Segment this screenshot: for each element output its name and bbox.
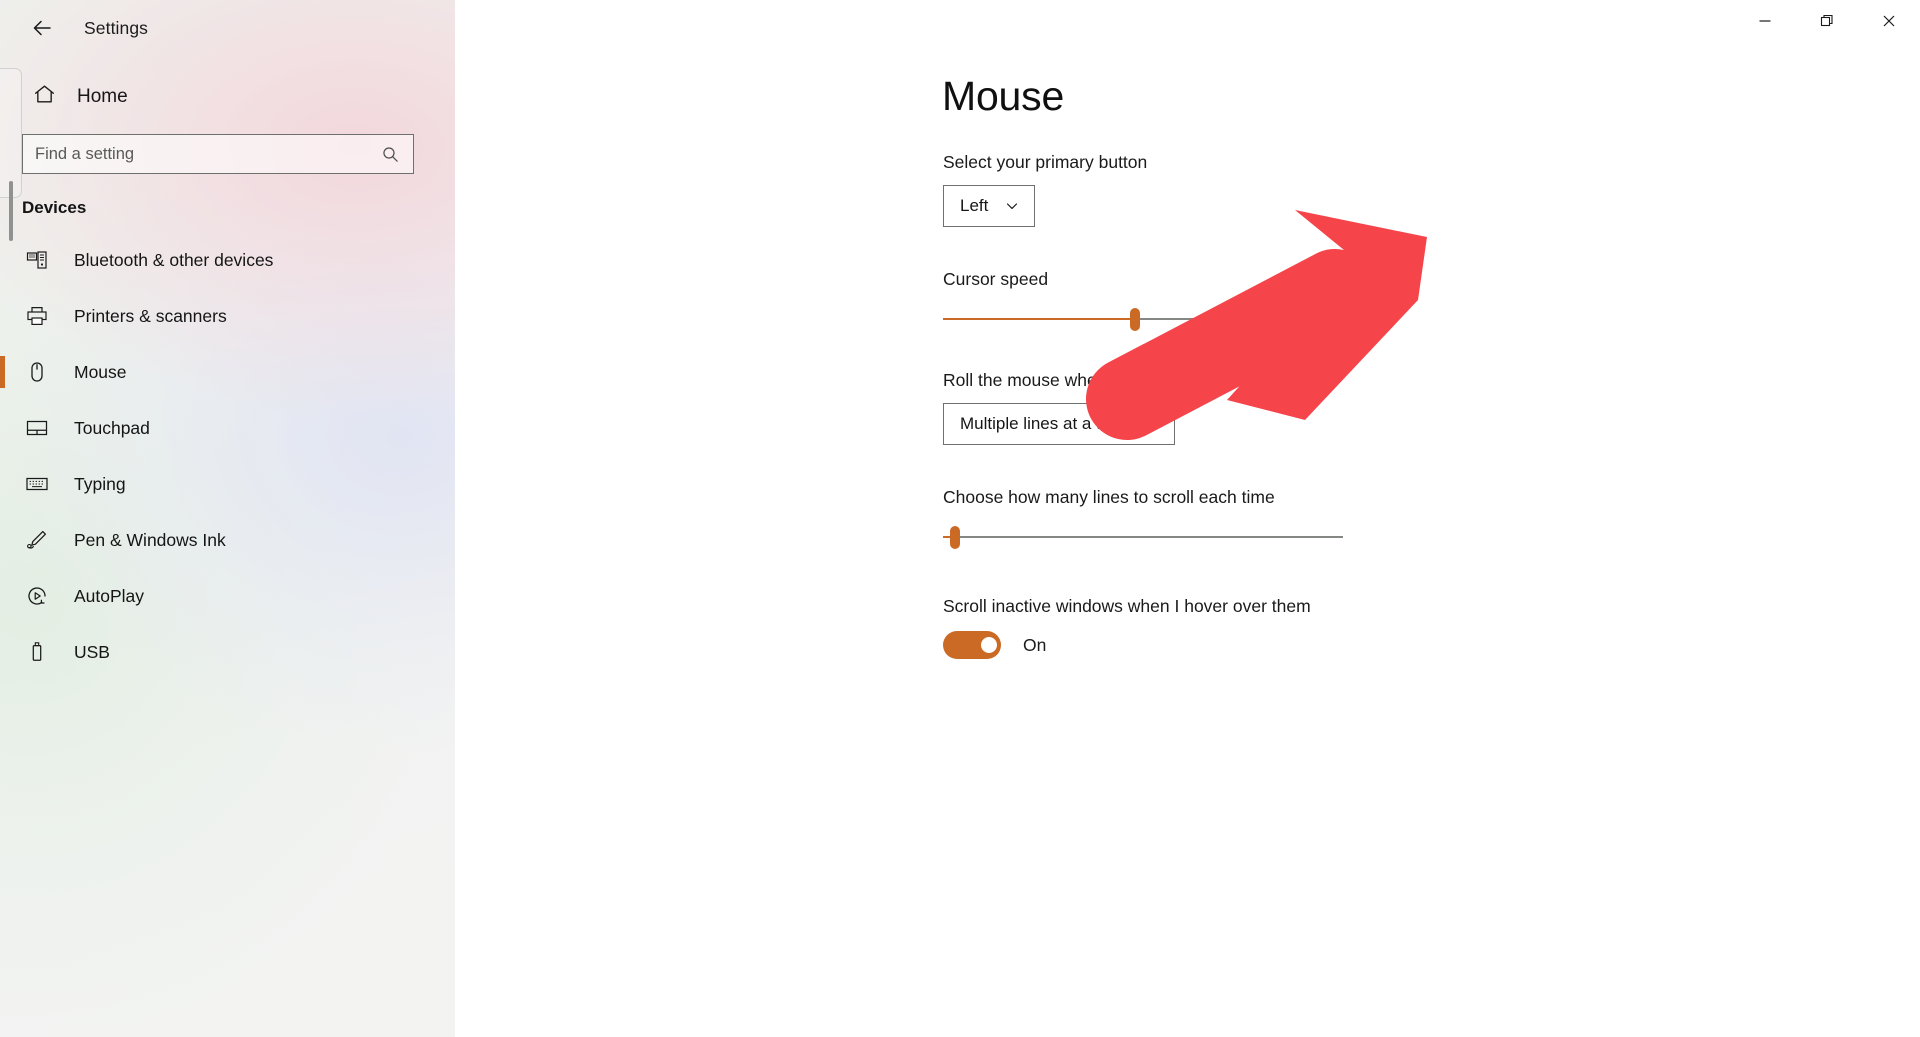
pen-icon — [24, 527, 50, 553]
search-input[interactable] — [23, 135, 381, 173]
chevron-down-icon — [1144, 416, 1160, 432]
sidebar-item-label: Printers & scanners — [74, 305, 227, 326]
lines-to-scroll-slider[interactable] — [943, 520, 1343, 554]
search-box[interactable] — [22, 134, 414, 174]
sidebar-item-label: Touchpad — [74, 417, 150, 438]
sidebar-item-label: Bluetooth & other devices — [74, 249, 274, 270]
sidebar-item-label: Mouse — [74, 361, 127, 382]
cursor-speed-slider-thumb[interactable] — [1130, 308, 1140, 331]
search-wrapper — [22, 134, 455, 174]
cursor-speed-slider-fill — [943, 318, 1135, 320]
close-icon[interactable] — [1858, 0, 1920, 42]
cursor-speed-slider[interactable] — [943, 302, 1343, 336]
wheel-scroll-value: Multiple lines at a time — [960, 414, 1129, 433]
sidebar-item-autoplay[interactable]: AutoPlay — [0, 568, 455, 624]
sidebar-item-label: AutoPlay — [74, 585, 145, 606]
sidebar-item-pen-windows-ink[interactable]: Pen & Windows Ink — [0, 512, 455, 568]
sidebar-section-heading: Devices — [22, 198, 87, 217]
printer-icon — [24, 303, 50, 329]
inactive-scroll-toggle-row: On — [943, 631, 1363, 659]
sidebar-item-label: USB — [74, 641, 110, 662]
inactive-scroll-state: On — [1023, 634, 1047, 655]
lines-to-scroll-slider-thumb[interactable] — [950, 526, 960, 549]
lines-to-scroll-slider-track — [943, 536, 1343, 538]
inactive-scroll-toggle[interactable] — [943, 631, 1001, 659]
main-content: Mouse Select your primary button Left Cu… — [455, 0, 1920, 1037]
home-icon — [32, 82, 57, 112]
sidebar-item-touchpad[interactable]: Touchpad — [0, 400, 455, 456]
usb-icon — [24, 639, 50, 665]
touchpad-icon — [24, 415, 50, 441]
inactive-scroll-label: Scroll inactive windows when I hover ove… — [943, 596, 1311, 616]
sidebar: Settings Home Find a setting Devices Blu… — [0, 0, 455, 1037]
search-icon[interactable] — [381, 145, 413, 164]
sidebar-nav-list: Bluetooth & other devices Printers & sca… — [0, 232, 455, 680]
autoplay-icon — [24, 583, 50, 609]
sidebar-item-home[interactable]: Home — [22, 74, 282, 120]
sidebar-item-label: Pen & Windows Ink — [74, 529, 226, 550]
primary-button-dropdown[interactable]: Left — [943, 185, 1036, 227]
window-title: Settings — [84, 17, 149, 38]
wheel-scroll-dropdown[interactable]: Multiple lines at a time — [943, 403, 1176, 445]
settings-window: Settings Home Find a setting Devices Blu… — [0, 0, 1920, 1037]
primary-button-value: Left — [960, 196, 989, 215]
keyboard-icon — [24, 471, 50, 497]
sidebar-item-mouse[interactable]: Mouse — [0, 344, 455, 400]
sidebar-item-printers-scanners[interactable]: Printers & scanners — [0, 288, 455, 344]
bluetooth-devices-icon — [24, 247, 50, 273]
mouse-settings-column: Select your primary button Left Cursor s… — [943, 152, 1363, 659]
mouse-icon — [24, 359, 50, 385]
window-controls — [1734, 0, 1920, 50]
sidebar-scrollbar[interactable] — [0, 68, 22, 241]
maximize-icon[interactable] — [1796, 0, 1858, 42]
page-title: Mouse — [942, 73, 1065, 119]
sidebar-item-label: Typing — [74, 473, 126, 494]
window-titlebar-left: Settings — [0, 0, 455, 56]
sidebar-item-bluetooth-other-devices[interactable]: Bluetooth & other devices — [0, 232, 455, 288]
chevron-down-icon — [1004, 198, 1020, 214]
cursor-speed-label: Cursor speed — [943, 269, 1049, 289]
sidebar-item-typing[interactable]: Typing — [0, 456, 455, 512]
wheel-scroll-label: Roll the mouse wheel to scroll — [943, 370, 1176, 390]
back-arrow-icon[interactable] — [14, 6, 70, 50]
lines-to-scroll-label: Choose how many lines to scroll each tim… — [943, 487, 1275, 507]
primary-button-label: Select your primary button — [943, 152, 1148, 172]
sidebar-item-home-label: Home — [77, 86, 128, 107]
sidebar-item-usb[interactable]: USB — [0, 624, 455, 680]
minimize-icon[interactable] — [1734, 0, 1796, 42]
toggle-knob — [981, 637, 997, 653]
